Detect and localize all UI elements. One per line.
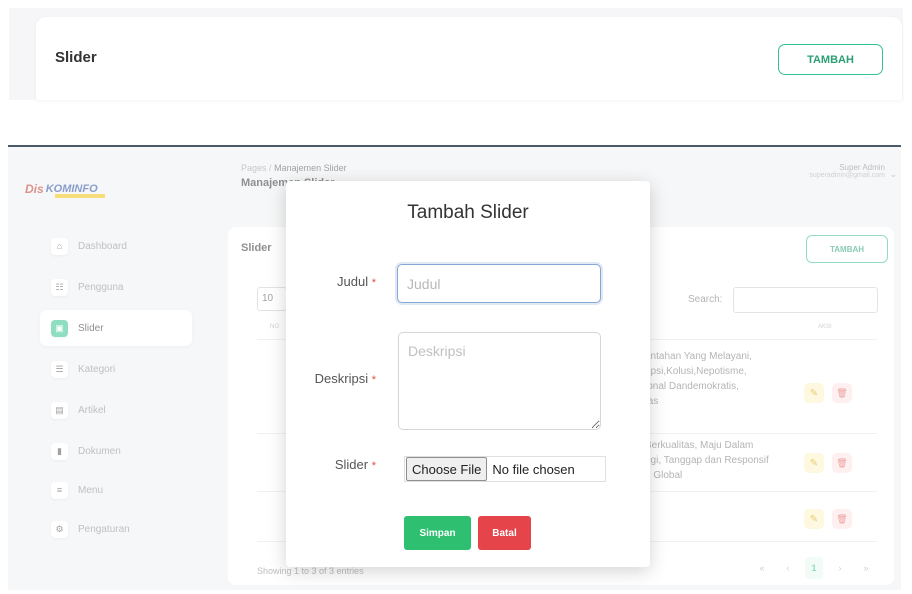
judul-input[interactable] [397, 264, 601, 303]
save-button[interactable]: Simpan [404, 516, 471, 550]
add-slider-button[interactable]: TAMBAH [778, 44, 883, 75]
required-mark: * [371, 277, 376, 289]
cancel-button[interactable]: Batal [478, 516, 531, 550]
required-mark: * [371, 460, 376, 472]
choose-file-button[interactable]: Choose File [406, 457, 488, 481]
judul-label: Judul * [337, 274, 376, 289]
deskripsi-textarea[interactable] [398, 332, 601, 430]
file-status-text: No file chosen [492, 461, 575, 477]
slider-file-input[interactable]: Choose File No file chosen [404, 456, 606, 482]
slider-file-label: Slider * [334, 457, 376, 472]
top-card: Slider TAMBAH [36, 17, 902, 100]
deskripsi-label: Deskripsi * [314, 371, 376, 386]
modal-title: Tambah Slider [407, 202, 529, 223]
card-title: Slider [55, 49, 97, 66]
required-mark: * [371, 374, 376, 386]
add-slider-modal: Tambah Slider Judul * Deskripsi * Slider… [286, 181, 650, 567]
